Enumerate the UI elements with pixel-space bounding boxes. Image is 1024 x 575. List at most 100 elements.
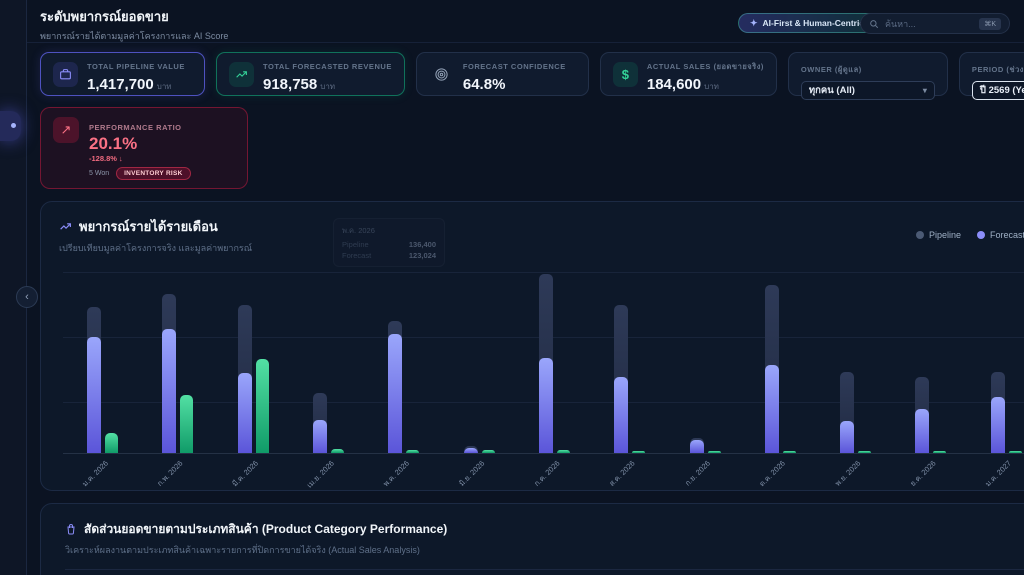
chart-legend: Pipeline Forecast Actual (916, 230, 1024, 240)
actual-bar[interactable] (406, 450, 419, 453)
bar-group[interactable]: ธ.ค. 2026 (915, 260, 946, 453)
actual-bar[interactable] (858, 451, 871, 453)
product-category-panel: สัดส่วนยอดขายตามประเภทสินค้า (Product Ca… (40, 503, 1024, 575)
forecast-bar[interactable] (162, 329, 176, 453)
forecast-bar[interactable] (915, 409, 929, 453)
deals-won-count: 5 Won (89, 170, 109, 177)
line-chart-icon (59, 220, 72, 233)
forecast-bar[interactable] (765, 365, 779, 453)
kpi-total-pipeline-value: TOTAL PIPELINE VALUE 1,417,700บาท (40, 52, 205, 96)
x-axis-label: ต.ค. 2026 (757, 458, 789, 490)
forecast-dot-icon (977, 231, 985, 239)
actual-bar[interactable] (105, 433, 118, 453)
period-filter-label: PERIOD (ช่วงเวลา) (972, 65, 1024, 74)
period-select-value: ปี 2569 (Year 2026) (980, 83, 1024, 98)
dollar-icon: $ (613, 62, 638, 87)
actual-bar[interactable] (1009, 451, 1022, 453)
legend-item-pipeline[interactable]: Pipeline (916, 230, 961, 240)
briefcase-icon (53, 62, 78, 87)
x-axis-label: ธ.ค. 2026 (908, 458, 939, 489)
arrow-up-right-icon: ↗ (53, 117, 79, 143)
kpi-value: 184,600บาท (647, 76, 764, 93)
kpi-value: 1,417,700บาท (87, 76, 185, 93)
sparkle-icon: ✦ (750, 18, 758, 29)
actual-bar[interactable] (331, 449, 344, 453)
actual-bar[interactable] (256, 359, 269, 453)
actual-bar[interactable] (783, 451, 796, 453)
kpi-unit: บาท (320, 82, 335, 91)
bar-group[interactable]: ต.ค. 2026 (765, 260, 796, 453)
forecast-bar[interactable] (840, 421, 854, 453)
bar-group[interactable]: ส.ค. 2026 (614, 260, 645, 453)
x-axis-label: ก.พ. 2026 (155, 458, 186, 489)
sidebar: ‹ (0, 0, 27, 575)
actual-bar[interactable] (557, 450, 570, 453)
owner-select-value: ทุกคน (All) (809, 83, 855, 98)
bar-group[interactable]: ม.ค. 2026 (87, 260, 118, 453)
bar-group[interactable]: เม.ย. 2026 (313, 260, 344, 453)
sidebar-collapse-button[interactable]: ‹ (16, 286, 38, 308)
bar-group[interactable]: ก.พ. 2026 (162, 260, 193, 453)
bar-group[interactable]: มิ.ย. 2026 (464, 260, 495, 453)
forecast-bar[interactable] (991, 397, 1005, 453)
actual-bar[interactable] (482, 450, 495, 453)
forecast-bar[interactable] (313, 420, 327, 453)
tooltip-title: พ.ค. 2026 (342, 225, 436, 237)
chevron-down-icon: ▾ (923, 86, 927, 95)
trending-up-icon (229, 62, 254, 87)
bar-group[interactable]: ม.ค. 2027 (991, 260, 1022, 453)
legend-label: Forecast (990, 230, 1024, 240)
forecast-bar[interactable] (690, 440, 704, 453)
forecast-bar[interactable] (464, 448, 478, 453)
performance-ratio-delta: -128.8% ↓ (89, 154, 191, 163)
x-axis-label: ม.ค. 2027 (983, 458, 1015, 490)
bar-group[interactable]: ก.ย. 2026 (690, 260, 721, 453)
tooltip-pipeline-row: Pipeline136,400 (342, 240, 436, 249)
actual-bar[interactable] (180, 395, 193, 453)
search-input[interactable] (885, 19, 973, 29)
x-axis-label: มี.ค. 2026 (230, 458, 262, 490)
actual-bar[interactable] (632, 451, 645, 453)
bar-group[interactable]: พ.ค. 2026 (388, 260, 419, 453)
legend-label: Pipeline (929, 230, 961, 240)
revenue-forecast-panel: พยากรณ์รายได้รายเดือน เปรียบเทียบมูลค่าโ… (40, 201, 1024, 491)
forecast-bar[interactable] (388, 334, 402, 453)
actual-bar[interactable] (708, 451, 721, 453)
forecast-bar[interactable] (87, 337, 101, 453)
forecast-bar[interactable] (614, 377, 628, 453)
forecast-bar[interactable] (539, 358, 553, 453)
kpi-unit: บาท (704, 82, 719, 91)
pipeline-dot-icon (916, 231, 924, 239)
x-axis-label: ก.ค. 2026 (531, 458, 562, 489)
period-select[interactable]: ปี 2569 (Year 2026) (972, 81, 1024, 100)
category-subtitle: วิเคราะห์ผลงานตามประเภทสินค้าเฉพาะรายการ… (65, 543, 1024, 557)
shopping-bag-icon (65, 523, 77, 535)
x-axis-label: พ.ค. 2026 (380, 458, 412, 490)
kpi-value: 918,758บาท (263, 76, 392, 93)
bar-plot: ม.ค. 2026 ก.พ. 2026 มี.ค. 2026 เม.ย. 2026 พ.… (63, 260, 1024, 454)
x-axis-label: ส.ค. 2026 (607, 458, 638, 489)
search-shortcut: ⌘K (979, 18, 1001, 30)
sidebar-active-item[interactable] (0, 111, 21, 141)
app-root: ‹ ระดับพยากรณ์ยอดขาย พยากรณ์รายได้ตามมูล… (0, 0, 1024, 575)
bar-group[interactable]: พ.ย. 2026 (840, 260, 871, 453)
owner-select[interactable]: ทุกคน (All) ▾ (801, 81, 935, 100)
divider (65, 569, 1024, 570)
kpi-label: ACTUAL SALES (ยอดขายจริง) (647, 62, 764, 71)
chart-header: พยากรณ์รายได้รายเดือน เปรียบเทียบมูลค่าโ… (41, 202, 1024, 255)
target-icon (429, 62, 454, 87)
forecast-bar[interactable] (238, 373, 252, 453)
owner-filter-card: OWNER (ผู้ดูแล) ทุกคน (All) ▾ (788, 52, 948, 96)
period-filter-card: PERIOD (ช่วงเวลา) ปี 2569 (Year 2026) (959, 52, 1024, 96)
owner-filter-label: OWNER (ผู้ดูแล) (801, 65, 862, 74)
actual-bar[interactable] (933, 451, 946, 453)
kpi-forecast-confidence: FORECAST CONFIDENCE 64.8% (416, 52, 589, 96)
inventory-risk-badge: INVENTORY RISK (116, 167, 190, 180)
bar-group[interactable]: มี.ค. 2026 (238, 260, 269, 453)
performance-ratio-value: 20.1% (89, 135, 191, 154)
search-box[interactable]: ⌘K (860, 13, 1010, 34)
chart-subtitle: เปรียบเทียบมูลค่าโครงการจริง และมูลค่าพย… (59, 241, 1024, 255)
x-axis-label: ก.ย. 2026 (682, 458, 713, 489)
bar-group[interactable]: ก.ค. 2026 (539, 260, 570, 453)
legend-item-forecast[interactable]: Forecast (977, 230, 1024, 240)
